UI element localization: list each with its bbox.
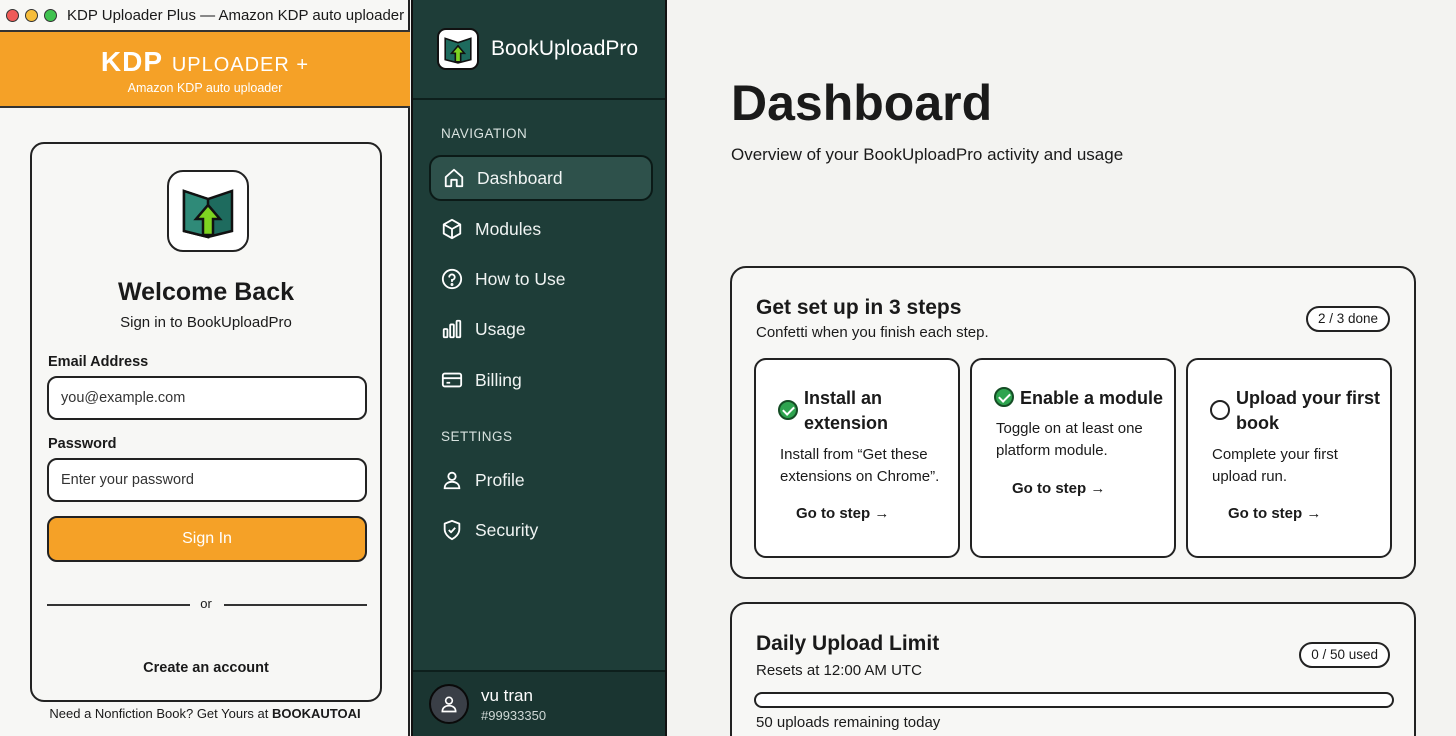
go-to-step-link[interactable]: Go to step → xyxy=(1012,480,1105,497)
password-label: Password xyxy=(48,436,117,452)
step-card-enable-module[interactable]: Enable a module Toggle on at least one p… xyxy=(970,358,1176,558)
book-upload-logo-icon xyxy=(167,170,249,252)
sidebar-item-dashboard[interactable]: Dashboard xyxy=(429,155,653,201)
window-title: KDP Uploader Plus — Amazon KDP auto uplo… xyxy=(67,6,405,24)
step-description: Complete your first upload run. xyxy=(1212,446,1338,485)
limit-subtitle: Resets at 12:00 AM UTC xyxy=(756,662,922,679)
sidebar-item-label: How to Use xyxy=(475,268,566,289)
sidebar-item-label: Dashboard xyxy=(477,167,563,188)
close-window-button[interactable] xyxy=(6,8,19,22)
user-profile-bar[interactable]: vu tran #99933350 xyxy=(413,670,665,736)
promo-footer: Need a Nonfiction Book? Get Yours at BOO… xyxy=(0,706,410,721)
setup-progress-badge: 2 / 3 done xyxy=(1305,306,1390,332)
navigation-heading: NAVIGATION xyxy=(441,126,528,141)
cube-icon xyxy=(442,218,462,240)
sidebar-item-modules[interactable]: Modules xyxy=(429,206,653,252)
setup-title: Get set up in 3 steps xyxy=(756,296,962,319)
step-description: Toggle on at least one platform module. xyxy=(996,420,1143,459)
sign-in-button[interactable]: Sign In xyxy=(47,516,367,562)
page-subtitle: Overview of your BookUploadPro activity … xyxy=(731,145,1124,164)
brand-logo-text: KDP UPLOADER + xyxy=(0,46,410,78)
promo-brand-link[interactable]: BOOKAUTOAI xyxy=(272,706,361,721)
sidebar-item-security[interactable]: Security xyxy=(429,507,653,553)
check-circle-icon xyxy=(778,400,798,420)
usage-progress-bar xyxy=(754,692,1394,708)
step-card-install-extension[interactable]: Install an extension Install from “Get t… xyxy=(754,358,960,558)
daily-limit-card: Daily Upload Limit Resets at 12:00 AM UT… xyxy=(730,602,1416,736)
empty-circle-icon xyxy=(1210,400,1230,420)
login-card: Welcome Back Sign in to BookUploadPro Em… xyxy=(30,142,382,702)
setup-subtitle: Confetti when you finish each step. xyxy=(756,324,989,341)
step-title: Enable a module xyxy=(1020,388,1164,408)
brand-rest: UPLOADER + xyxy=(171,54,310,76)
promo-text: Need a Nonfiction Book? Get Yours at xyxy=(49,706,272,721)
extension-popup: KDP Uploader Plus — Amazon KDP auto uplo… xyxy=(0,0,410,736)
credit-card-icon xyxy=(441,372,463,388)
shield-check-icon xyxy=(443,519,461,541)
sidebar-item-label: Billing xyxy=(475,369,522,390)
email-label: Email Address xyxy=(48,354,149,370)
brand-subtitle: Amazon KDP auto uploader xyxy=(127,81,283,95)
check-circle-icon xyxy=(994,387,1014,407)
bar-chart-icon xyxy=(442,319,462,339)
sidebar-item-label: Modules xyxy=(475,218,542,239)
settings-heading: SETTINGS xyxy=(441,429,513,444)
step-card-upload-first-book[interactable]: Upload your first book Complete your fir… xyxy=(1186,358,1392,558)
sidebar-item-label: Profile xyxy=(475,469,525,490)
divider-right xyxy=(224,604,367,606)
step-description: Install from “Get these extensions on Ch… xyxy=(780,446,940,485)
sidebar-header: BookUploadPro xyxy=(413,0,665,100)
window-titlebar: KDP Uploader Plus — Amazon KDP auto uplo… xyxy=(0,0,408,30)
usage-badge: 0 / 50 used xyxy=(1299,642,1390,668)
app-logo-icon xyxy=(437,28,479,70)
minimize-window-button[interactable] xyxy=(25,8,38,22)
create-account-link[interactable]: Create an account xyxy=(32,660,380,676)
sidebar-item-how-to-use[interactable]: How to Use xyxy=(429,256,653,302)
welcome-subtitle: Sign in to BookUploadPro xyxy=(120,314,292,331)
step-title: Upload your first book xyxy=(1236,388,1381,433)
email-field[interactable]: you@example.com xyxy=(47,376,367,420)
brand-main: KDP xyxy=(100,46,164,77)
password-field[interactable]: Enter your password xyxy=(47,458,367,502)
avatar xyxy=(429,684,469,724)
step-title: Install an extension xyxy=(804,388,889,433)
sidebar-item-usage[interactable]: Usage xyxy=(429,306,653,352)
sidebar-item-label: Usage xyxy=(475,318,526,339)
page-title: Dashboard xyxy=(731,75,993,131)
go-to-step-link[interactable]: Go to step → xyxy=(796,505,889,522)
user-avatar-icon xyxy=(441,696,457,713)
user-name: vu tran xyxy=(481,685,533,705)
sidebar: BookUploadPro NAVIGATION Dashboard Modul… xyxy=(411,0,667,736)
app-name: BookUploadPro xyxy=(491,37,639,60)
user-icon xyxy=(443,471,461,490)
help-circle-icon xyxy=(441,268,463,290)
brand-header: KDP UPLOADER + Amazon KDP auto uploader xyxy=(0,30,410,108)
sidebar-item-profile[interactable]: Profile xyxy=(429,457,653,503)
setup-steps-card: Get set up in 3 steps Confetti when you … xyxy=(730,266,1416,579)
uploads-remaining: 50 uploads remaining today xyxy=(756,714,941,731)
welcome-heading: Welcome Back xyxy=(117,278,294,306)
limit-title: Daily Upload Limit xyxy=(756,632,940,655)
sidebar-item-label: Security xyxy=(475,519,539,540)
user-id: #99933350 xyxy=(481,707,547,723)
home-icon xyxy=(444,168,464,188)
maximize-window-button[interactable] xyxy=(44,8,57,22)
go-to-step-link[interactable]: Go to step → xyxy=(1228,505,1321,522)
sidebar-item-billing[interactable]: Billing xyxy=(429,357,653,403)
